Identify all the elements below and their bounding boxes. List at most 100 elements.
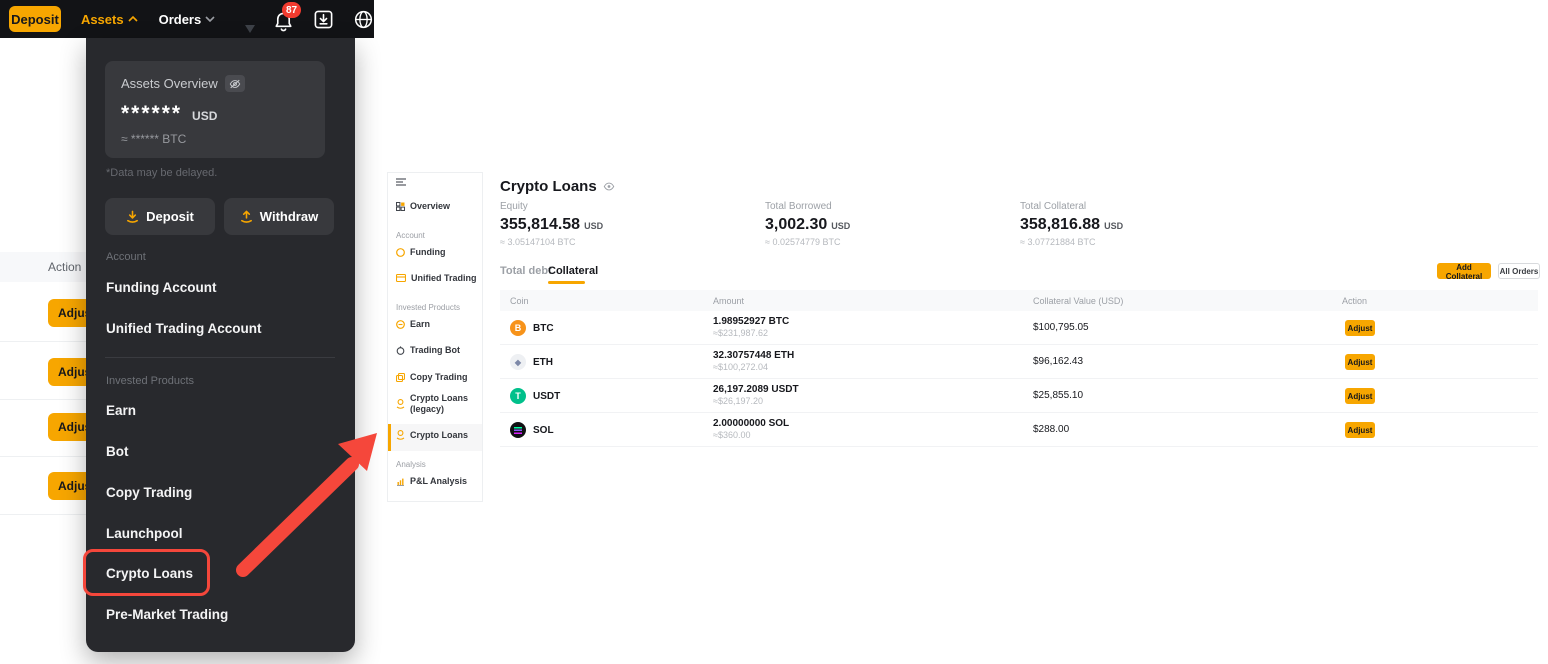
sidebar-item-unified-trading[interactable]: Unified Trading [396,273,479,283]
stat-unit: USD [584,221,603,231]
stat-value: 358,816.88 [1020,216,1100,234]
sidebar-item-label: P&L Analysis [410,476,467,486]
page-title: Crypto Loans [500,178,615,195]
top-navbar: Deposit Assets Orders 87 [0,0,374,38]
sidebar-item-overview[interactable]: Overview [396,201,479,211]
eye-off-icon [229,79,241,89]
table-row: BBTC 1.98952927 BTC ≈$231,987.62 $100,79… [500,311,1538,345]
sidebar-invested-label: Invested Products [396,303,460,312]
divider [0,456,96,457]
table-header: Coin Amount Collateral Value (USD) Actio… [500,290,1538,311]
adjust-button[interactable]: Adjust [1345,354,1375,370]
deposit-button[interactable]: Deposit [9,6,61,32]
sidebar-collapse-button[interactable] [396,178,479,186]
assets-dropdown-panel: Assets Overview ****** USD ≈ ****** BTC … [86,38,355,652]
menu-item-launchpool[interactable]: Launchpool [106,526,183,541]
divider [0,341,96,342]
stat-total-borrowed: Total Borrowed 3,002.30USD ≈ 0.02574779 … [765,201,850,247]
sidebar-account-label: Account [396,231,425,240]
nav-orders-label: Orders [159,12,202,27]
menu-item-earn[interactable]: Earn [106,403,136,418]
adjust-button[interactable]: Adjust [1345,422,1375,438]
sidebar-item-funding[interactable]: Funding [396,247,479,257]
stat-value: 355,814.58 [500,216,580,234]
stat-sub: ≈ 3.07721884 BTC [1020,237,1123,247]
invested-products-section-label: Invested Products [106,375,194,387]
active-tab-underline [548,281,585,284]
download-app-icon[interactable] [313,8,334,30]
sidebar-item-crypto-loans[interactable]: Crypto Loans [396,430,479,440]
stat-label: Total Collateral [1020,201,1123,212]
adjust-button[interactable]: Adjust [1345,320,1375,336]
amount-usd: ≈$26,197.20 [713,396,763,406]
tab-total-debt[interactable]: Total debt [500,265,552,277]
column-header-amount: Amount [713,296,744,306]
hide-balance-toggle[interactable] [225,75,245,92]
crypto-loans-icon [396,430,405,440]
sidebar-item-earn[interactable]: Earn [396,319,479,329]
funding-coin-icon [396,248,405,257]
table-row: TUSDT 26,197.2089 USDT ≈$26,197.20 $25,8… [500,379,1538,413]
menu-item-bot[interactable]: Bot [106,444,129,459]
sidebar-item-label: Earn [410,319,430,329]
menu-item-unified-trading-account[interactable]: Unified Trading Account [106,321,262,336]
sidebar-item-trading-bot[interactable]: Trading Bot [396,345,479,355]
stat-sub: ≈ 3.05147104 BTC [500,237,603,247]
add-collateral-button[interactable]: Add Collateral [1437,263,1491,279]
globe-language-icon[interactable] [353,8,374,30]
stat-label: Total Borrowed [765,201,850,212]
masked-btc-balance: ≈ ****** BTC [121,132,309,146]
dropdown-withdraw-label: Withdraw [260,209,318,224]
adjust-button[interactable]: Adjust [1345,388,1375,404]
sol-icon [510,422,526,438]
dropdown-deposit-button[interactable]: Deposit [105,198,215,235]
amount-value: 2.00000000 SOL [713,418,789,429]
dropdown-withdraw-button[interactable]: Withdraw [224,198,334,235]
divider [500,446,1538,447]
stat-total-collateral: Total Collateral 358,816.88USD ≈ 3.07721… [1020,201,1123,247]
chevron-up-icon [128,16,138,22]
collateral-value: $96,162.43 [1033,356,1083,367]
collateral-value: $100,795.05 [1033,322,1089,333]
collapse-icon [396,178,406,186]
menu-item-crypto-loans[interactable]: Crypto Loans [106,566,193,581]
trading-bot-icon [396,346,405,355]
table-row: ◆ETH 32.30757448 ETH ≈$100,272.04 $96,16… [500,345,1538,379]
visibility-eye-icon[interactable] [603,182,615,191]
btc-icon: B [510,320,526,336]
amount-usd: ≈$100,272.04 [713,362,768,372]
amount-usd: ≈$231,987.62 [713,328,768,338]
all-orders-button[interactable]: All Orders [1498,263,1540,279]
account-section-label: Account [106,251,146,263]
sidebar-item-copy-trading[interactable]: Copy Trading [396,372,479,382]
avatar[interactable] [238,7,256,32]
collateral-value: $25,855.10 [1033,390,1083,401]
notifications-bell[interactable]: 87 [273,6,294,32]
loans-legacy-icon [396,399,405,409]
sidebar-item-pnl-analysis[interactable]: P&L Analysis [396,476,479,486]
sidebar-item-crypto-loans-legacy[interactable]: Crypto Loans(legacy) [396,393,479,415]
menu-item-funding-account[interactable]: Funding Account [106,280,216,295]
nav-assets-menu[interactable]: Assets [81,12,138,27]
stat-equity: Equity 355,814.58 USD ≈ 3.05147104 BTC [500,201,603,247]
coin-name: BTC [533,323,554,334]
nav-assets-label: Assets [81,12,124,27]
menu-item-pre-market-trading[interactable]: Pre-Market Trading [106,607,228,622]
usdt-icon: T [510,388,526,404]
sidebar-item-label: Unified Trading [411,273,477,283]
sidebar-item-label: Crypto Loans [410,430,468,440]
dropdown-deposit-label: Deposit [146,209,194,224]
divider [0,399,96,400]
data-delay-note: *Data may be delayed. [106,167,217,179]
coin-name: USDT [533,391,560,402]
column-header-coin: Coin [510,296,529,306]
coin-name: ETH [533,357,553,368]
notification-badge: 87 [282,2,301,18]
stat-label: Equity [500,201,603,212]
background-table-header: Action [0,252,96,282]
stat-value: 3,002.30 [765,216,827,234]
tab-collateral[interactable]: Collateral [548,265,598,277]
sidebar-item-label: Copy Trading [410,372,468,382]
nav-orders-menu[interactable]: Orders [159,12,216,27]
menu-item-copy-trading[interactable]: Copy Trading [106,485,192,500]
